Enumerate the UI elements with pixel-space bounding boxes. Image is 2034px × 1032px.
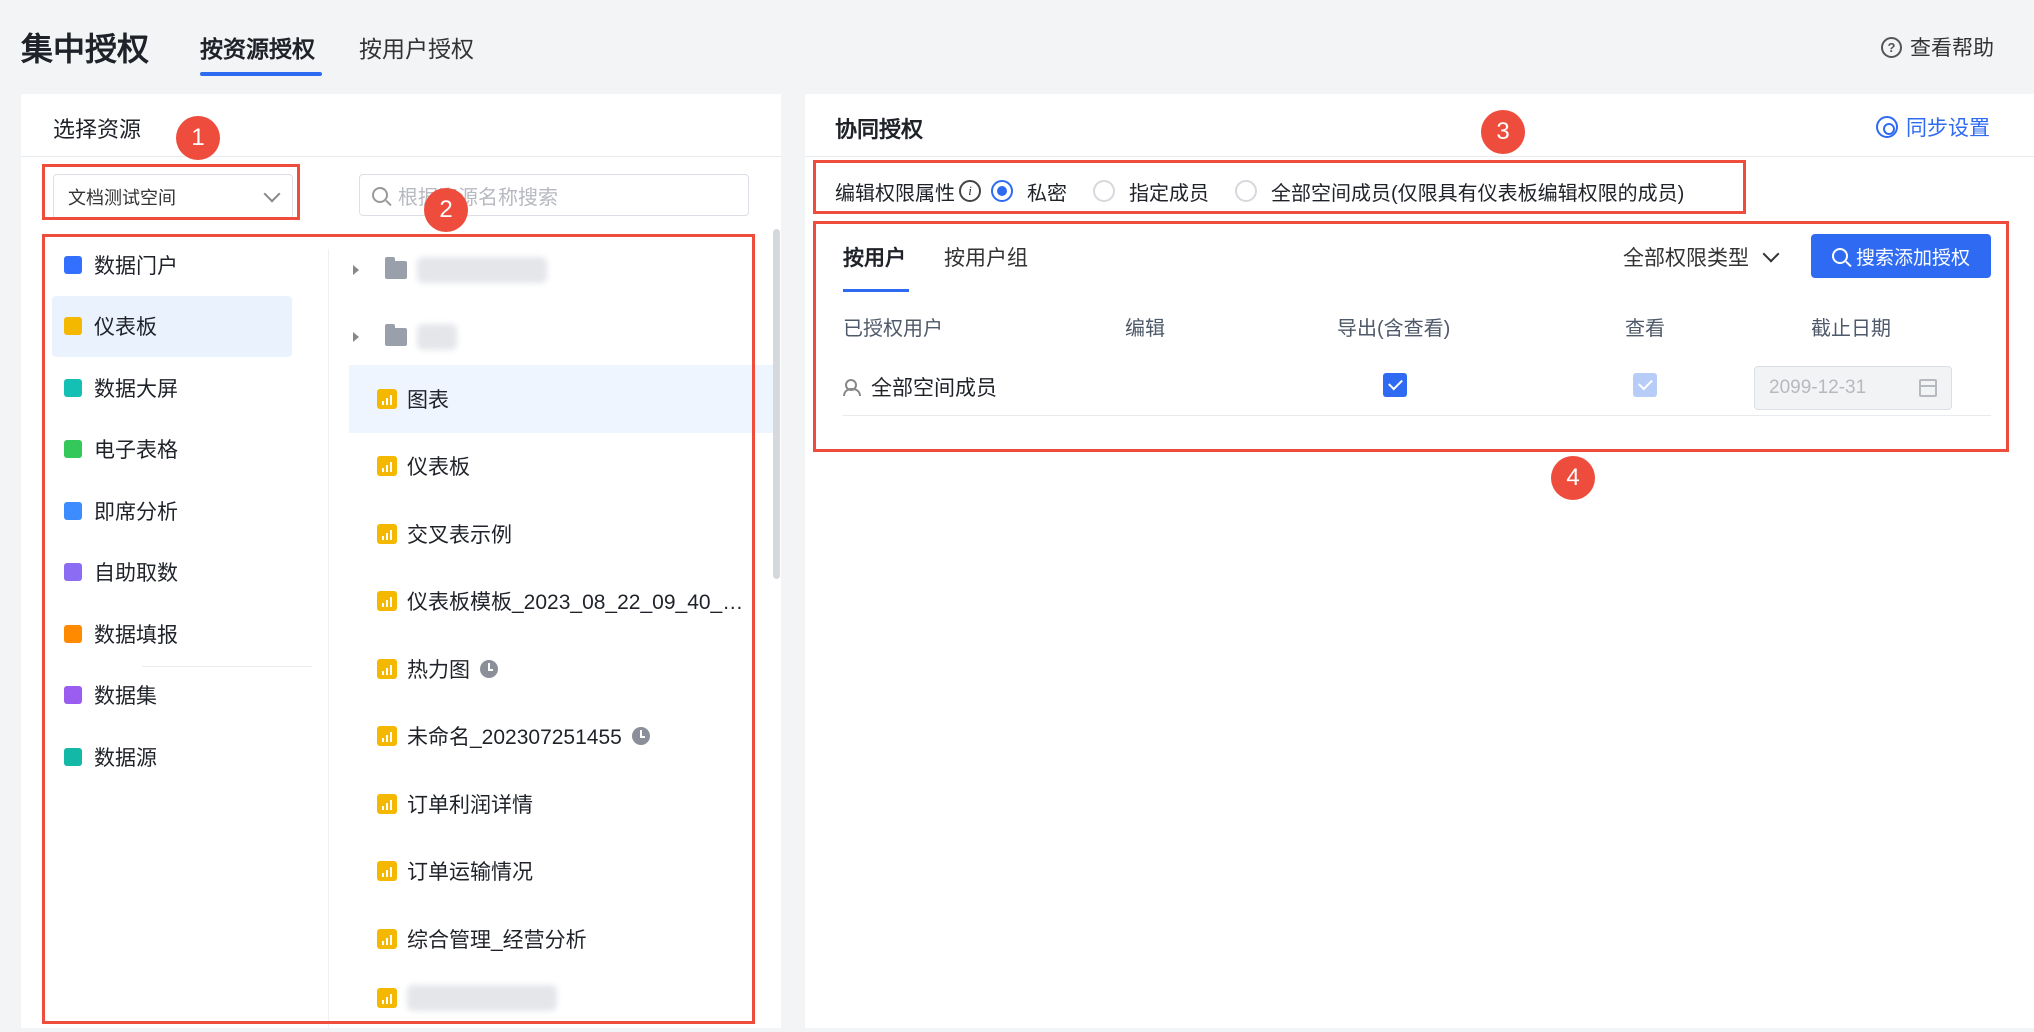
annotation-badge-4: 4	[1551, 456, 1595, 500]
annotation-box-2	[42, 234, 755, 1024]
search-placeholder: 根据资源名称搜索	[398, 186, 558, 209]
tab-by-user[interactable]: 按用户授权	[359, 30, 474, 64]
divider	[21, 156, 781, 157]
divider	[805, 156, 2034, 157]
scrollbar[interactable]	[773, 229, 780, 579]
active-tab-indicator	[200, 72, 322, 76]
resource-search-input[interactable]: 根据资源名称搜索	[359, 174, 749, 216]
sync-label: 同步设置	[1906, 117, 1990, 140]
annotation-box-4	[813, 221, 2009, 452]
top-bar: 集中授权 按资源授权 按用户授权 ? 查看帮助	[0, 0, 2034, 92]
annotation-box-3	[813, 160, 1746, 214]
annotation-badge-1: 1	[176, 116, 220, 160]
help-link[interactable]: ? 查看帮助	[1881, 32, 1994, 62]
page-title: 集中授权	[21, 31, 150, 67]
sync-icon	[1876, 116, 1898, 138]
annotation-badge-3: 3	[1481, 110, 1525, 154]
annotation-box-1	[42, 164, 300, 220]
resource-panel-title: 选择资源	[53, 117, 142, 142]
annotation-badge-2: 2	[424, 188, 468, 232]
help-icon: ?	[1881, 36, 1902, 58]
help-label: 查看帮助	[1910, 37, 1994, 60]
search-icon	[372, 187, 388, 203]
authorization-panel-title: 协同授权	[835, 117, 924, 142]
sync-settings-link[interactable]: 同步设置	[1876, 112, 1990, 142]
tab-by-resource[interactable]: 按资源授权	[200, 30, 315, 64]
